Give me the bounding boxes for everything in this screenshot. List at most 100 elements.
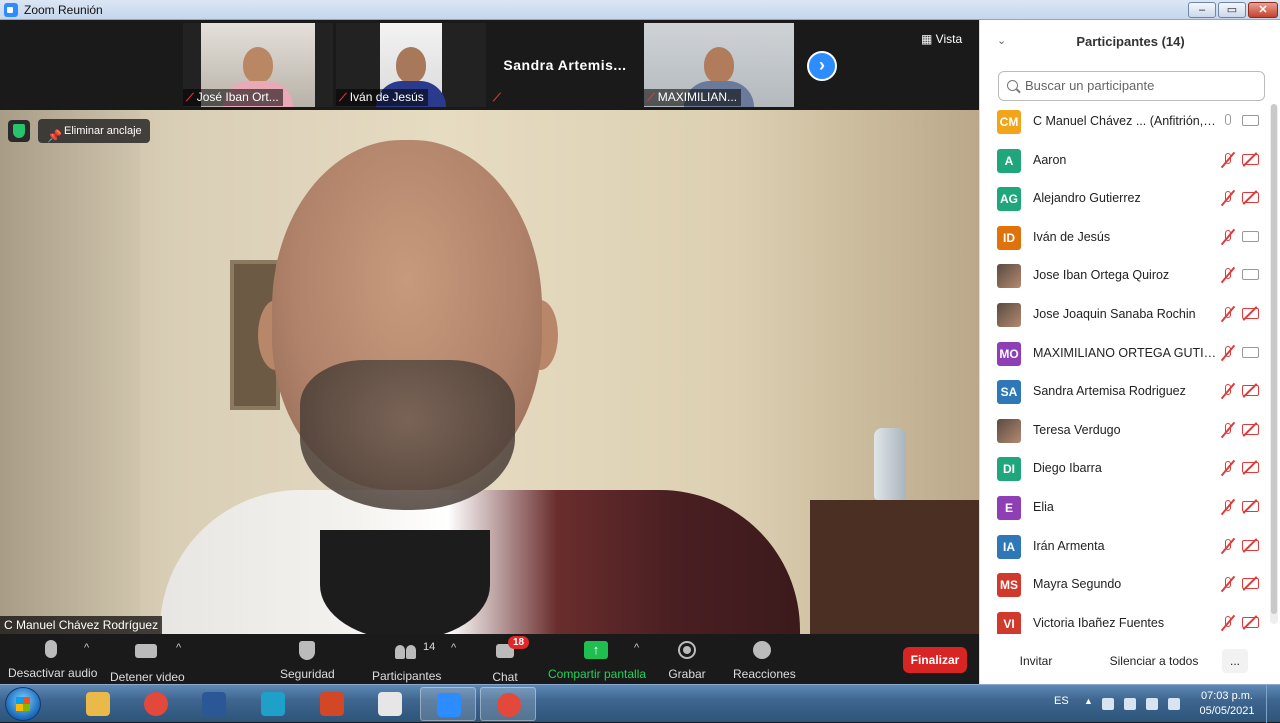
participant-row[interactable]: AG Alejandro Gutierrez <box>980 181 1270 219</box>
mic-muted-icon[interactable] <box>1220 421 1236 439</box>
participant-row[interactable]: A Aaron <box>980 143 1270 181</box>
participant-row[interactable]: MS Mayra Segundo <box>980 567 1270 605</box>
mic-muted-icon[interactable] <box>1220 305 1236 323</box>
taskbar-word-button[interactable] <box>186 687 242 721</box>
mic-muted-icon[interactable] <box>1220 189 1236 207</box>
mic-muted-icon[interactable] <box>1220 151 1236 169</box>
network-icon[interactable] <box>1146 698 1158 710</box>
camera-off-icon[interactable] <box>1242 616 1259 628</box>
camera-off-icon[interactable] <box>1242 192 1259 204</box>
share-screen-button[interactable]: ↑ Compartir pantalla <box>548 638 646 681</box>
mic-muted-icon[interactable] <box>1220 382 1236 400</box>
participant-row[interactable]: IA Irán Armenta <box>980 529 1270 567</box>
stop-video-button[interactable]: Detener video <box>110 638 185 684</box>
mute-all-button[interactable]: Silenciar a todos <box>1094 649 1214 673</box>
taskbar-file-explorer-button[interactable] <box>70 687 126 721</box>
start-button[interactable] <box>5 687 41 721</box>
camera-off-icon[interactable] <box>1242 462 1259 474</box>
show-desktop-button[interactable] <box>1266 685 1280 723</box>
camera-icon <box>110 644 182 670</box>
camera-icon[interactable] <box>1242 230 1259 242</box>
participant-row[interactable]: MO MAXIMILIANO ORTEGA GUTIÉRREZ <box>980 336 1270 374</box>
share-options-chevron-icon[interactable]: ^ <box>634 642 639 654</box>
avatar: IA <box>997 534 1021 559</box>
participant-row[interactable]: E Elia <box>980 490 1270 528</box>
camera-icon[interactable] <box>1242 115 1259 126</box>
video-options-chevron-icon[interactable]: ^ <box>176 642 181 654</box>
flag-icon[interactable] <box>1124 698 1136 710</box>
thumbnail-video-1[interactable]: ⟋ José Iban Ort... <box>183 23 333 107</box>
participants-scrollbar[interactable] <box>1270 104 1278 624</box>
mic-muted-icon[interactable] <box>1220 537 1236 555</box>
scrollbar-thumb[interactable] <box>1271 104 1277 614</box>
thumbnail-video-3[interactable]: Sandra Artemis... ⟋ <box>490 23 640 107</box>
camera-icon[interactable] <box>1242 346 1259 358</box>
participant-row[interactable]: ID Iván de Jesús <box>980 220 1270 258</box>
invite-button[interactable]: Invitar <box>1012 649 1060 673</box>
thumbnail-video-4[interactable]: ⟋ MAXIMILIAN... <box>644 23 794 107</box>
participant-name: Teresa Verdugo <box>1033 422 1121 437</box>
volume-icon[interactable] <box>1168 698 1180 710</box>
end-meeting-button[interactable]: Finalizar <box>903 647 967 673</box>
mic-muted-icon[interactable] <box>1220 266 1236 284</box>
camera-off-icon[interactable] <box>1242 308 1259 319</box>
system-clock[interactable]: 07:03 p.m. 05/05/2021 <box>1196 689 1258 719</box>
camera-off-icon[interactable] <box>1242 501 1259 512</box>
taskbar-powerpoint-button[interactable] <box>304 687 360 721</box>
taskbar-chrome-button[interactable] <box>128 687 184 721</box>
mic-muted-icon[interactable] <box>1220 498 1236 516</box>
taskbar-chrome-active-button[interactable] <box>480 687 536 721</box>
camera-off-icon[interactable] <box>1242 423 1259 435</box>
security-tray-icon[interactable] <box>1102 698 1114 710</box>
taskbar-edge-button[interactable] <box>245 687 301 721</box>
show-hidden-icons-icon[interactable]: ▲ <box>1084 696 1096 708</box>
mic-muted-icon[interactable] <box>1220 614 1236 632</box>
participants-panel-header: ⌄ Participantes (14) <box>980 20 1280 64</box>
word-icon <box>202 692 226 716</box>
mic-muted-icon[interactable] <box>1220 344 1236 362</box>
mic-muted-icon[interactable] <box>1220 228 1236 246</box>
mute-audio-button[interactable]: Desactivar audio <box>8 638 97 680</box>
search-participant-input[interactable]: Buscar un participante <box>998 71 1265 101</box>
taskbar-snipping-tool-button[interactable] <box>362 687 418 721</box>
security-button[interactable]: Seguridad <box>280 638 335 681</box>
microphone-icon[interactable] <box>1220 112 1236 130</box>
participant-row[interactable]: SA Sandra Artemisa Rodriguez <box>980 374 1270 412</box>
reactions-button[interactable]: Reacciones <box>733 638 796 681</box>
security-shield-icon <box>280 641 334 667</box>
participants-label: Participantes <box>372 669 442 683</box>
view-button[interactable]: ▦ Vista <box>921 32 962 46</box>
participants-list: CM C Manuel Chávez ... (Anfitrión, yo) A Aa… <box>980 104 1270 634</box>
window-title-bar: Zoom Reunión – ▭ ✕ <box>0 0 1280 20</box>
minimize-button[interactable]: – <box>1188 2 1216 18</box>
avatar: ID <box>997 225 1021 250</box>
participant-row[interactable]: Jose Joaquin Sanaba Rochin <box>980 297 1270 335</box>
mic-muted-icon[interactable] <box>1220 575 1236 593</box>
taskbar-zoom-button[interactable] <box>420 687 476 721</box>
participant-name: Irán Armenta <box>1033 538 1105 553</box>
camera-off-icon[interactable] <box>1242 539 1259 551</box>
participants-options-chevron-icon[interactable]: ^ <box>451 642 456 654</box>
participant-row[interactable]: Jose Iban Ortega Quiroz <box>980 258 1270 296</box>
language-indicator[interactable]: ES <box>1054 695 1069 707</box>
participant-row[interactable]: VI Victoria Ibañez Fuentes <box>980 606 1270 634</box>
participant-row[interactable]: Teresa Verdugo <box>980 413 1270 451</box>
unpin-button[interactable]: 📌 Eliminar anclaje <box>38 119 150 143</box>
more-options-button[interactable]: ... <box>1222 649 1248 673</box>
next-page-arrow-icon[interactable]: › <box>807 51 837 81</box>
participant-row[interactable]: DI Diego Ibarra <box>980 451 1270 489</box>
mic-muted-icon: ⟋ <box>647 92 655 104</box>
record-button[interactable]: Grabar <box>668 638 706 681</box>
participant-row[interactable]: CM C Manuel Chávez ... (Anfitrión, yo) <box>980 104 1270 142</box>
close-window-button[interactable]: ✕ <box>1248 2 1278 18</box>
audio-options-chevron-icon[interactable]: ^ <box>84 642 89 654</box>
camera-off-icon[interactable] <box>1242 385 1259 397</box>
camera-icon[interactable] <box>1242 269 1259 281</box>
thumbnail-video-2[interactable]: ⟋ Iván de Jesús <box>336 23 486 107</box>
camera-off-icon[interactable] <box>1242 578 1259 590</box>
camera-off-icon[interactable] <box>1242 153 1259 165</box>
mic-muted-icon[interactable] <box>1220 459 1236 477</box>
pin-icon: 📌 <box>47 129 62 143</box>
maximize-button[interactable]: ▭ <box>1218 2 1246 18</box>
encryption-shield-icon[interactable] <box>8 120 30 142</box>
